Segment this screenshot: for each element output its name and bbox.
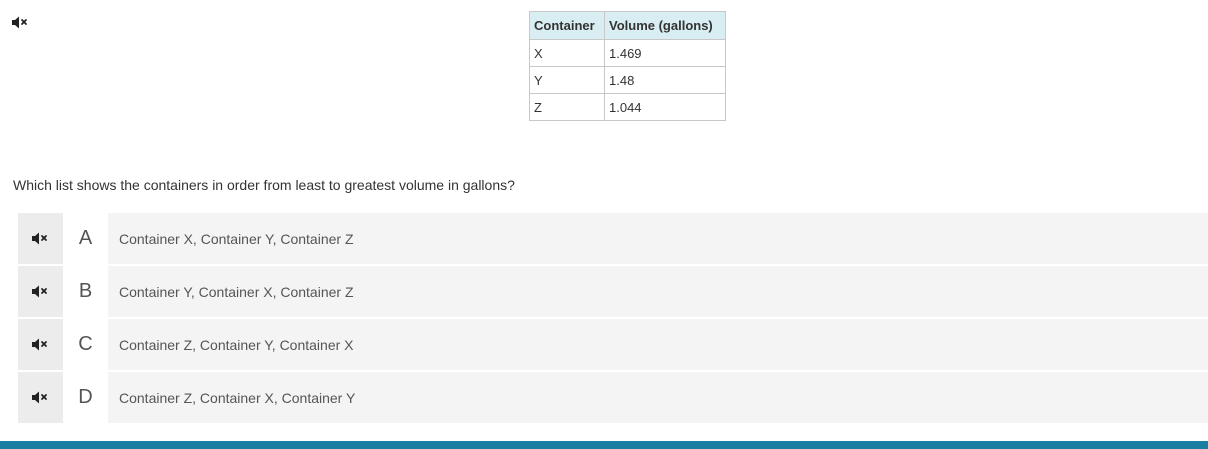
table-row: Z 1.044 bbox=[529, 93, 726, 121]
table-cell-container: Z bbox=[529, 93, 605, 121]
speaker-mute-icon[interactable] bbox=[18, 266, 63, 317]
question-text: Which list shows the containers in order… bbox=[13, 177, 515, 193]
table-cell-volume: 1.48 bbox=[604, 66, 726, 94]
table-cell-volume: 1.044 bbox=[604, 93, 726, 121]
table-header-row: Container Volume (gallons) bbox=[529, 11, 726, 40]
table-cell-container: Y bbox=[529, 66, 605, 94]
table-cell-volume: 1.469 bbox=[604, 39, 726, 67]
option-letter: A bbox=[63, 213, 108, 264]
table-cell-container: X bbox=[529, 39, 605, 67]
option-c[interactable]: C Container Z, Container Y, Container X bbox=[18, 319, 1208, 370]
volume-table: Container Volume (gallons) X 1.469 Y 1.4… bbox=[529, 11, 726, 121]
option-letter: B bbox=[63, 266, 108, 317]
option-b[interactable]: B Container Y, Container X, Container Z bbox=[18, 266, 1208, 317]
option-letter: C bbox=[63, 319, 108, 370]
option-text: Container Y, Container X, Container Z bbox=[108, 266, 1208, 317]
option-text: Container Z, Container X, Container Y bbox=[108, 372, 1208, 423]
speaker-mute-icon[interactable] bbox=[18, 319, 63, 370]
table-header-volume: Volume (gallons) bbox=[604, 11, 726, 40]
table-row: Y 1.48 bbox=[529, 66, 726, 94]
content-panel-edge bbox=[0, 432, 1208, 441]
footer-accent-bar bbox=[0, 441, 1208, 449]
option-letter: D bbox=[63, 372, 108, 423]
option-d[interactable]: D Container Z, Container X, Container Y bbox=[18, 372, 1208, 423]
option-a[interactable]: A Container X, Container Y, Container Z bbox=[18, 213, 1208, 264]
table-header-container: Container bbox=[529, 11, 605, 40]
answer-options: A Container X, Container Y, Container Z … bbox=[18, 213, 1208, 425]
speaker-mute-icon[interactable] bbox=[18, 372, 63, 423]
option-text: Container Z, Container Y, Container X bbox=[108, 319, 1208, 370]
table-row: X 1.469 bbox=[529, 39, 726, 67]
speaker-mute-icon[interactable] bbox=[9, 12, 31, 32]
option-text: Container X, Container Y, Container Z bbox=[108, 213, 1208, 264]
speaker-mute-icon[interactable] bbox=[18, 213, 63, 264]
